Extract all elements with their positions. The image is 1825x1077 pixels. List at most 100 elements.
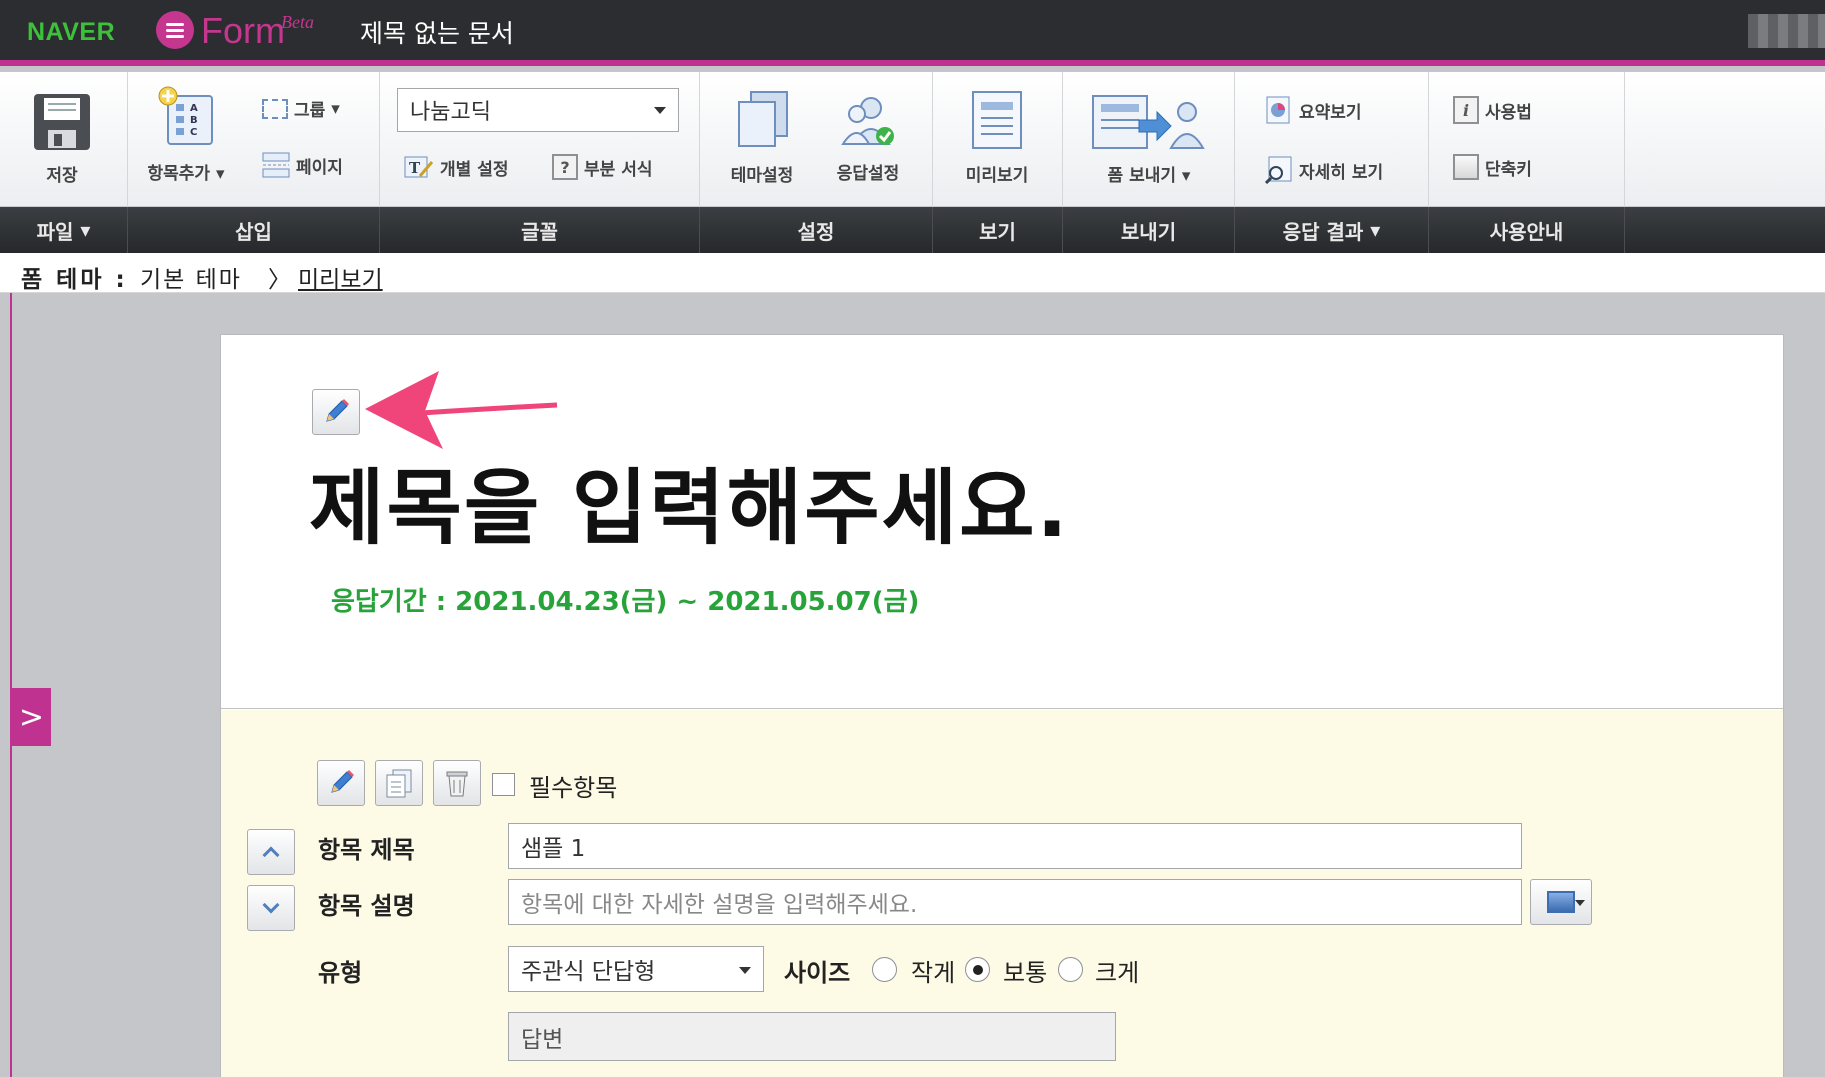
item-title-input[interactable]: 샘플 1 xyxy=(508,823,1522,869)
size-small-radio[interactable] xyxy=(872,957,897,982)
form-header: 제목을 입력해주세요. 응답기간 : 2021.04.23(금) ~ 2021.… xyxy=(221,335,1783,709)
breadcrumb-separator: 〉 xyxy=(268,267,291,293)
send-form-icon xyxy=(1092,95,1205,149)
format-chevron-icon xyxy=(1575,900,1585,906)
summary-view-label: 요약보기 xyxy=(1299,102,1362,123)
form-item: 필수항목 항목 제목 샘플 1 항목 설명 항목에 대한 자세한 설명을 입력해… xyxy=(221,710,1783,1077)
svg-text:C: C xyxy=(190,127,197,138)
detail-view-button[interactable]: 자세히 보기 xyxy=(1265,156,1383,184)
group-label-setting: 설정 xyxy=(700,207,933,253)
response-setting-label: 응답설정 xyxy=(836,164,900,184)
form-title[interactable]: 제목을 입력해주세요. xyxy=(309,441,1070,560)
font-select[interactable]: 나눔고딕 xyxy=(397,88,679,132)
ribbon-group-view: 미리보기 xyxy=(933,72,1063,207)
font-select-chevron-icon xyxy=(654,107,666,114)
individual-setting-label: 개별 설정 xyxy=(440,159,509,180)
user-avatar[interactable] xyxy=(1748,14,1825,48)
theme-setting-button[interactable]: 테마설정 xyxy=(712,90,812,186)
group-label-insert: 삽입 xyxy=(128,207,380,253)
copy-item-button[interactable] xyxy=(375,760,423,806)
size-label: 사이즈 xyxy=(784,959,851,987)
shortcut-button[interactable]: 단축키 xyxy=(1453,154,1532,180)
preview-label: 미리보기 xyxy=(965,166,1029,186)
help-question-icon: ? xyxy=(552,154,578,180)
answer-preview-input: 답변 xyxy=(508,1012,1116,1061)
detail-view-label: 자세히 보기 xyxy=(1299,162,1384,183)
text-edit-icon: T xyxy=(404,156,434,178)
font-select-value: 나눔고딕 xyxy=(410,100,491,125)
expand-panel-button[interactable]: > xyxy=(12,688,51,746)
ribbon-group-font: 나눔고딕 T 개별 설정 ? 부분 서식 xyxy=(380,72,700,207)
group-label-file-text: 파일 xyxy=(36,219,74,244)
item-description-input[interactable]: 항목에 대한 자세한 설명을 입력해주세요. xyxy=(508,879,1522,925)
preview-document-icon xyxy=(972,91,1022,149)
pencil-icon xyxy=(326,399,349,422)
beta-badge: Beta xyxy=(281,12,314,32)
delete-item-button[interactable] xyxy=(433,760,481,806)
preview-button[interactable]: 미리보기 xyxy=(947,90,1047,186)
move-down-button[interactable] xyxy=(247,885,295,931)
page-button[interactable]: 페이지 xyxy=(262,152,343,178)
individual-setting-button[interactable]: T 개별 설정 xyxy=(404,154,508,180)
group-label-view: 보기 xyxy=(933,207,1063,253)
save-label: 저장 xyxy=(46,166,78,186)
theme-setting-label: 테마설정 xyxy=(730,166,794,186)
group-button[interactable]: 그룹 ▾ xyxy=(262,96,340,121)
size-large-label: 크게 xyxy=(1095,959,1140,987)
info-icon: i xyxy=(1453,96,1479,124)
group-label-font: 글꼴 xyxy=(380,207,700,253)
chevron-up-icon xyxy=(262,846,280,864)
response-setting-button[interactable]: 응답설정 xyxy=(818,94,918,184)
group-label: 그룹 xyxy=(294,101,326,121)
breadcrumb-theme: 기본 테마 xyxy=(140,267,242,293)
form-card: 제목을 입력해주세요. 응답기간 : 2021.04.23(금) ~ 2021.… xyxy=(220,334,1784,1077)
edit-title-button[interactable] xyxy=(312,389,360,435)
size-normal-radio[interactable] xyxy=(965,957,990,982)
group-label-send: 보내기 xyxy=(1063,207,1235,253)
item-description-label: 항목 설명 xyxy=(318,892,415,920)
add-item-button[interactable]: A B C 항목추가 ▾ xyxy=(146,86,226,184)
required-checkbox[interactable] xyxy=(492,773,515,796)
group-label-guide: 사용안내 xyxy=(1429,207,1625,253)
summary-view-button[interactable]: 요약보기 xyxy=(1265,96,1362,124)
top-bar: NAVER Form Beta 제목 없는 문서 xyxy=(0,0,1825,66)
ribbon-group-file: 저장 xyxy=(0,72,128,207)
magnifier-doc-icon xyxy=(1265,156,1292,184)
copy-icon xyxy=(386,769,412,798)
chevron-down-icon xyxy=(262,896,280,914)
svg-text:B: B xyxy=(190,115,198,126)
description-format-button[interactable] xyxy=(1530,879,1592,925)
usage-label: 사용법 xyxy=(1485,102,1532,123)
send-form-button[interactable]: 폼 보내기 ▾ xyxy=(1089,94,1209,186)
edit-item-button[interactable] xyxy=(317,760,365,806)
naver-logo[interactable]: NAVER xyxy=(27,18,115,47)
group-label-response-result[interactable]: 응답 결과 ▾ xyxy=(1235,207,1429,253)
left-panel-rail xyxy=(0,293,12,1077)
form-logo-icon[interactable] xyxy=(156,11,194,49)
group-icon xyxy=(262,98,288,119)
document-title[interactable]: 제목 없는 문서 xyxy=(360,14,514,50)
required-label: 필수항목 xyxy=(529,774,618,802)
send-form-label: 폼 보내기 xyxy=(1107,166,1177,186)
add-item-label: 항목추가 xyxy=(147,164,211,184)
move-up-button[interactable] xyxy=(247,829,295,875)
breadcrumb-preview-link[interactable]: 미리보기 xyxy=(298,260,383,294)
usage-button[interactable]: i 사용법 xyxy=(1453,96,1532,124)
group-label-file[interactable]: 파일 ▾ xyxy=(0,207,128,253)
pencil-icon xyxy=(331,770,354,793)
size-large-radio[interactable] xyxy=(1058,957,1083,982)
add-item-icon: A B C xyxy=(158,86,213,145)
page-break-icon xyxy=(262,152,290,178)
save-button[interactable]: 저장 xyxy=(30,92,94,186)
annotation-arrow-icon xyxy=(365,371,558,449)
keyboard-icon xyxy=(1453,154,1479,180)
ribbon-group-response-result: 요약보기 자세히 보기 xyxy=(1235,72,1429,207)
svg-text:A: A xyxy=(190,103,198,114)
ribbon-group-guide: i 사용법 단축키 xyxy=(1429,72,1625,207)
type-chevron-icon xyxy=(739,967,751,974)
floppy-disk-icon xyxy=(34,94,90,150)
partial-format-button[interactable]: ? 부분 서식 xyxy=(552,154,652,180)
ribbon-toolbar: 저장 A B C 항목추가 ▾ 그룹 ▾ 페이지 나눔고딕 T 개별 설정 ? … xyxy=(0,72,1825,207)
partial-format-label: 부분 서식 xyxy=(584,159,653,180)
type-select[interactable]: 주관식 단답형 xyxy=(508,946,764,992)
